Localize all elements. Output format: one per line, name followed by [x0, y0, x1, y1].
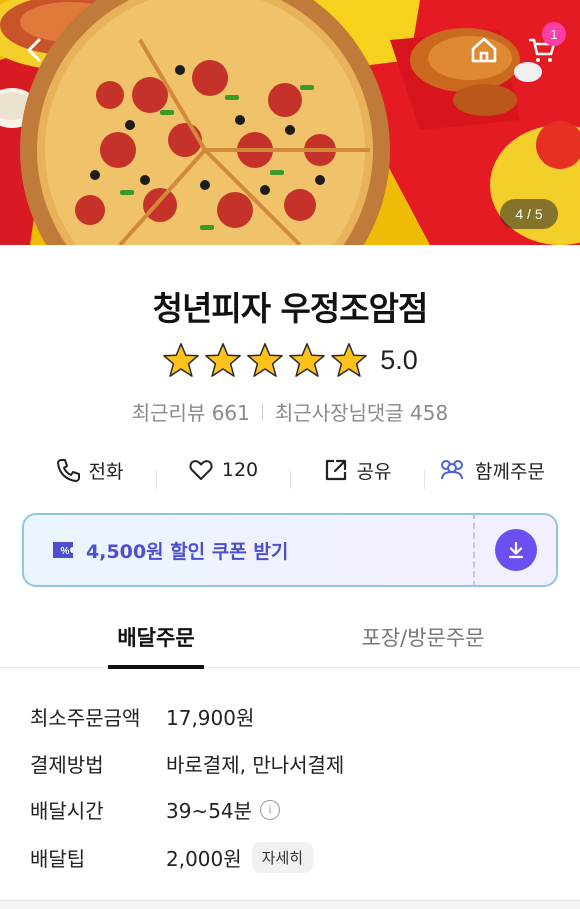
- coupon-download-button[interactable]: [494, 529, 537, 571]
- back-button[interactable]: [16, 30, 56, 70]
- tip-detail-button[interactable]: 자세히: [251, 842, 314, 873]
- delivery-time-row: 배달시간 39~54분 i: [30, 795, 560, 824]
- store-name: 청년피자 우정조암점: [152, 289, 429, 328]
- star-icon: [289, 343, 326, 377]
- star-icon: [163, 343, 200, 377]
- hero-image[interactable]: 1 4 / 5: [0, 0, 580, 245]
- home-button[interactable]: [464, 30, 504, 70]
- delivery-time-label: 배달시간: [30, 799, 104, 823]
- store-actions: 전화 120 공유 함께주문: [22, 448, 558, 492]
- star-icon: [247, 343, 284, 377]
- share-icon: [325, 459, 346, 481]
- recent-review-count[interactable]: 최근리뷰 661: [132, 397, 250, 426]
- rating-value: 5.0: [380, 344, 418, 375]
- share-button[interactable]: 공유: [290, 457, 424, 489]
- delivery-time-value: 39~54분: [166, 799, 253, 823]
- delivery-tip-value: 2,000원: [166, 847, 242, 871]
- coupon-banner[interactable]: % 4,500원 할인 쿠폰 받기: [22, 513, 558, 587]
- call-label: 전화: [88, 460, 124, 483]
- info-icon[interactable]: i: [260, 799, 281, 820]
- tab-delivery[interactable]: 배달주문: [108, 622, 204, 669]
- cart-count-badge: 1: [542, 22, 566, 46]
- star-icon: [205, 343, 242, 377]
- min-order-value: 17,900원: [166, 706, 255, 730]
- payment-label: 결제방법: [30, 753, 104, 777]
- owner-reply-count[interactable]: 최근사장님댓글 458: [275, 397, 448, 426]
- tab-pickup[interactable]: 포장/방문주문: [350, 622, 496, 652]
- delivery-tip-row: 배달팁 2,000원 자세히: [30, 842, 560, 873]
- order-type-tabs: 배달주문 포장/방문주문: [0, 612, 580, 669]
- min-order-row: 최소주문금액 17,900원: [30, 702, 560, 731]
- phone-icon: [56, 459, 80, 482]
- payment-value: 바로결제, 만나서결제: [166, 753, 345, 777]
- coupon-text: 4,500원 할인 쿠폰 받기: [86, 540, 289, 563]
- coupon-icon: %: [53, 542, 73, 558]
- svg-text:%: %: [61, 546, 70, 557]
- like-button[interactable]: 120: [156, 457, 290, 489]
- payment-row: 결제방법 바로결제, 만나서결제: [30, 749, 560, 778]
- download-icon: [508, 541, 523, 559]
- coupon-info[interactable]: % 4,500원 할인 쿠폰 받기: [22, 513, 473, 587]
- group-order-label: 함께주문: [475, 460, 545, 483]
- like-count: 120: [221, 459, 259, 481]
- rating-row[interactable]: 5.0: [0, 341, 580, 379]
- group-icon: [441, 460, 464, 480]
- home-icon: [471, 37, 497, 63]
- arrow-left-icon: [27, 38, 41, 62]
- review-stats: 최근리뷰 661 최근사장님댓글 458: [0, 397, 580, 426]
- share-label: 공유: [356, 460, 392, 483]
- delivery-tip-label: 배달팁: [30, 847, 86, 871]
- star-rating: [162, 341, 368, 379]
- section-divider: [0, 900, 580, 909]
- min-order-label: 최소주문금액: [30, 706, 141, 730]
- image-page-indicator: 4 / 5: [500, 199, 558, 229]
- coupon-download-area: [473, 513, 558, 587]
- call-button[interactable]: 전화: [22, 457, 156, 484]
- divider: [261, 402, 263, 421]
- star-icon: [331, 343, 368, 377]
- heart-icon: [189, 460, 213, 480]
- cart-button[interactable]: 1: [522, 22, 566, 70]
- group-order-button[interactable]: 함께주문: [424, 457, 558, 489]
